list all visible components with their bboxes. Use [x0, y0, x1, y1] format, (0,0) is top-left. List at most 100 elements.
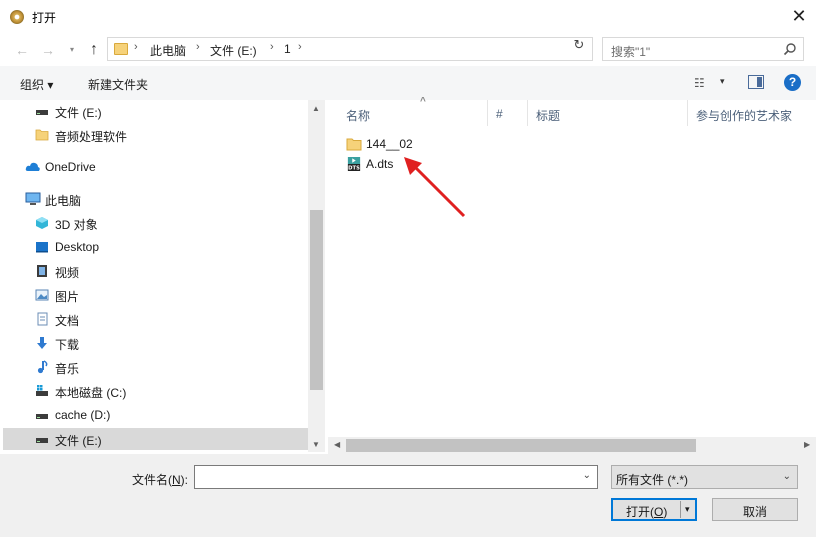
sidebar-item[interactable]: 文件 (E:): [3, 428, 308, 450]
sidebar-item[interactable]: Desktop: [3, 236, 308, 258]
sidebar-item-label: 文件 (E:): [55, 434, 102, 448]
column-label: #: [496, 107, 503, 121]
computer-icon: [25, 192, 41, 206]
file-row[interactable]: 144__02: [344, 134, 544, 154]
scrollbar-thumb[interactable]: [346, 439, 696, 452]
sidebar-item[interactable]: 本地磁盘 (C:): [3, 380, 308, 402]
scroll-right-arrow[interactable]: ▶: [804, 440, 810, 449]
sidebar-item[interactable]: 音频处理软件: [3, 124, 308, 146]
breadcrumb-this-pc[interactable]: 此电脑: [150, 42, 186, 59]
disc-icon: [10, 10, 24, 24]
file-type-value: 所有文件 (*.*): [616, 473, 689, 487]
open-label: 打开(O): [626, 503, 667, 520]
sidebar-item-label: 文档: [55, 314, 80, 328]
command-toolbar: 组织 ▾ 新建文件夹 ☷ ▾ ?: [0, 66, 816, 100]
annotation-arrow: [404, 157, 466, 218]
file-type-select[interactable]: 所有文件 (*.*) ⌄: [611, 465, 798, 489]
label-text: ):: [180, 473, 189, 487]
folder-icon: [114, 43, 128, 55]
file-list-hscrollbar[interactable]: ◀ ▶: [328, 437, 816, 454]
scroll-up-arrow[interactable]: ▲: [312, 104, 320, 113]
windows-drive-icon: [35, 384, 49, 398]
navigation-pane: 文件 (E:) 音频处理软件 OneDrive 此电脑 3D 对象 Desktop 视频图片…: [3, 100, 308, 452]
navigation-bar: ← → ▾ ↑ › 此电脑 › 文件 (E:) › 1 › ⌄ ↻ 搜索"1": [0, 34, 816, 66]
view-dropdown-button[interactable]: ▾: [720, 76, 725, 87]
scroll-left-arrow[interactable]: ◀: [334, 440, 340, 449]
search-icon[interactable]: [783, 42, 797, 56]
sidebar-item[interactable]: 此电脑: [3, 188, 308, 210]
column-header-artist[interactable]: 参与创作的艺术家: [688, 100, 816, 126]
scroll-down-arrow[interactable]: ▼: [312, 440, 320, 449]
svg-text:DTS: DTS: [348, 166, 360, 171]
back-button[interactable]: ←: [14, 42, 30, 58]
breadcrumb-folder-1[interactable]: 1: [284, 42, 291, 56]
cancel-label: 取消: [743, 505, 768, 519]
open-button[interactable]: 打开(O) ▾: [611, 498, 697, 521]
sidebar-item[interactable]: 3D 对象: [3, 212, 308, 234]
sidebar-item-label: 下载: [55, 338, 80, 352]
column-label: 参与创作的艺术家: [696, 109, 793, 123]
filename-input[interactable]: ⌄: [194, 465, 598, 489]
sidebar-item-label: 此电脑: [45, 194, 82, 208]
recent-locations-button[interactable]: ▾: [64, 42, 80, 58]
music-icon: [35, 360, 49, 374]
drive-icon: [35, 408, 49, 422]
column-label: 名称: [346, 109, 371, 123]
dialog-footer: 文件名(N): ⌄ 所有文件 (*.*) ⌄ 打开(O) ▾ 取消: [0, 454, 816, 537]
breadcrumb-drive-e[interactable]: 文件 (E:): [210, 42, 257, 59]
organize-button[interactable]: 组织 ▾: [20, 76, 53, 93]
column-header-title[interactable]: 标题: [528, 100, 688, 126]
label-text: ): [663, 505, 668, 519]
sidebar-item[interactable]: 文件 (E:): [3, 100, 308, 122]
help-icon[interactable]: ?: [784, 74, 801, 91]
refresh-button[interactable]: ↻: [570, 37, 588, 55]
sidebar-item[interactable]: 下载: [3, 332, 308, 354]
forward-button[interactable]: →: [40, 42, 56, 58]
close-button[interactable]: ✕: [790, 7, 808, 25]
search-placeholder: 搜索"1": [611, 45, 651, 59]
navigation-pane-scrollbar[interactable]: ▲ ▼: [308, 100, 325, 452]
document-icon: [35, 312, 49, 326]
filename-label: 文件名(N):: [132, 471, 188, 488]
file-name: A.dts: [366, 157, 394, 171]
sidebar-item-label: 视频: [55, 266, 80, 280]
breadcrumb-separator[interactable]: ›: [270, 41, 274, 53]
sidebar-item[interactable]: 视频: [3, 260, 308, 282]
column-header-name[interactable]: 名称 ^: [338, 96, 488, 126]
sidebar-item-label: 音频处理软件: [55, 130, 128, 144]
sidebar-item-label: OneDrive: [45, 160, 96, 174]
column-label: 标题: [536, 109, 561, 123]
sidebar-item[interactable]: 图片: [3, 284, 308, 306]
sort-ascending-icon: ^: [420, 96, 426, 107]
preview-pane-icon[interactable]: [748, 75, 764, 89]
download-icon: [35, 336, 49, 350]
new-folder-button[interactable]: 新建文件夹: [88, 76, 148, 93]
breadcrumb-separator[interactable]: ›: [298, 41, 302, 53]
split-divider: [680, 501, 681, 518]
label-text: 打开(: [626, 505, 654, 519]
scrollbar-thumb[interactable]: [310, 210, 323, 390]
open-options-dropdown[interactable]: ▾: [685, 504, 690, 515]
breadcrumb-separator[interactable]: ›: [196, 41, 200, 53]
access-key: O: [654, 505, 664, 519]
dts-file-icon: DTS: [347, 157, 361, 171]
address-bar[interactable]: › 此电脑 › 文件 (E:) › 1 › ⌄: [107, 37, 664, 61]
file-name: 144__02: [366, 137, 413, 151]
breadcrumb-separator[interactable]: ›: [134, 41, 138, 53]
sidebar-item[interactable]: cache (D:): [3, 404, 308, 426]
up-button[interactable]: ↑: [86, 42, 102, 58]
video-icon: [35, 264, 49, 278]
folder-icon: [346, 138, 362, 151]
sidebar-item-label: 音乐: [55, 362, 80, 376]
sidebar-item-label: Desktop: [55, 240, 100, 254]
sidebar-item[interactable]: 音乐: [3, 356, 308, 378]
filename-dropdown-button[interactable]: ⌄: [583, 470, 591, 481]
sidebar-item[interactable]: 文档: [3, 308, 308, 330]
column-header-number[interactable]: #: [488, 100, 528, 126]
cancel-button[interactable]: 取消: [712, 498, 798, 521]
view-options-icon[interactable]: ☷: [694, 76, 720, 90]
sidebar-item[interactable]: OneDrive: [3, 156, 308, 178]
drive-icon: [35, 432, 49, 446]
search-input[interactable]: 搜索"1": [602, 37, 804, 61]
file-type-dropdown-arrow[interactable]: ⌄: [783, 471, 791, 482]
